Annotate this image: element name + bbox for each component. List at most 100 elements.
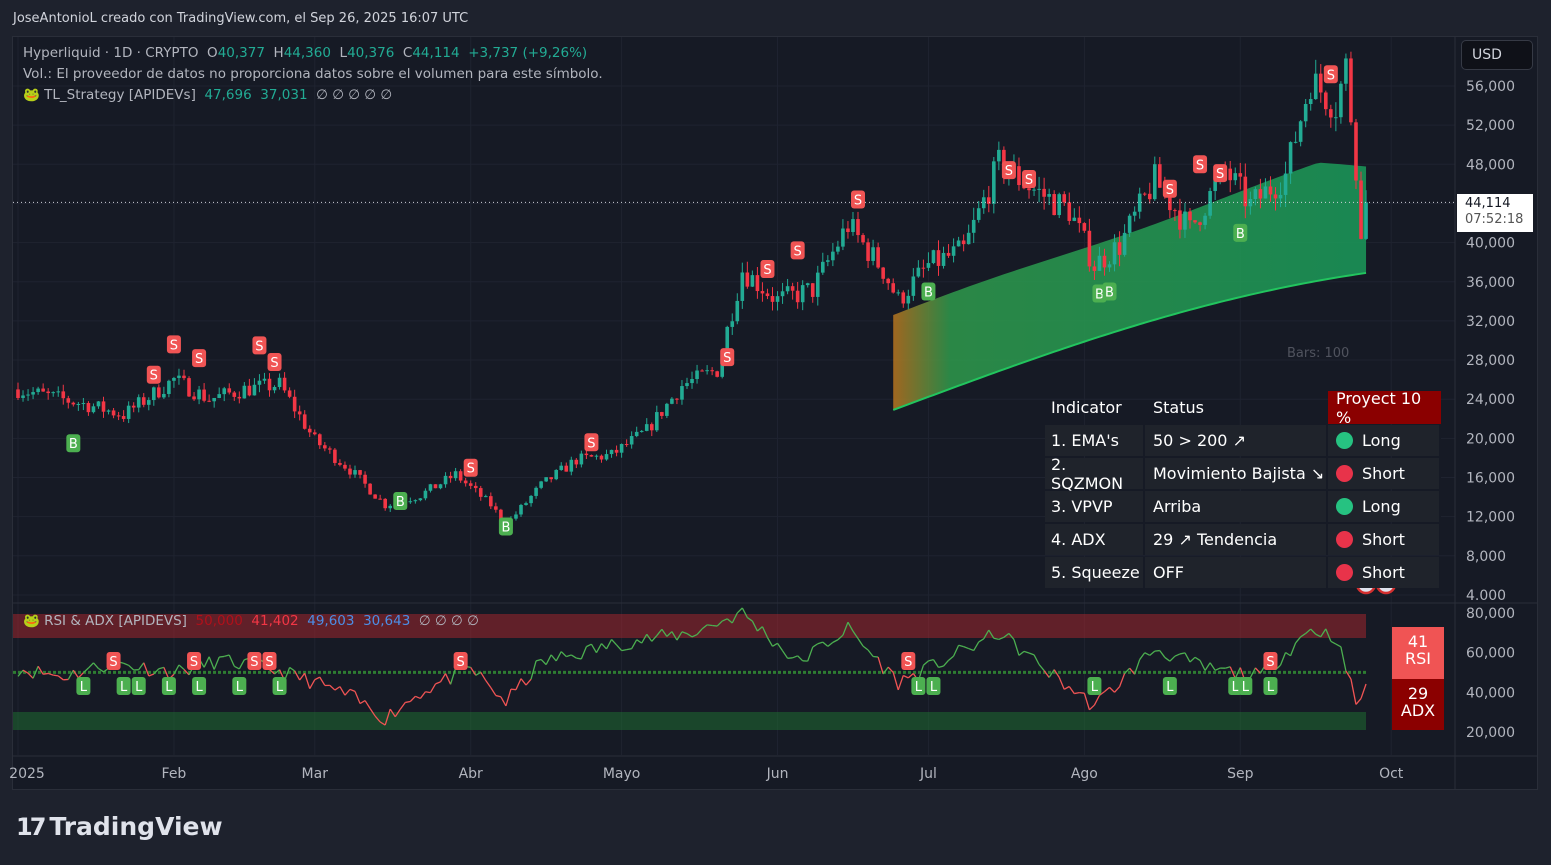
- symbol-name: Hyperliquid · 1D · CRYPTO: [23, 45, 199, 61]
- candle-body: [866, 242, 870, 261]
- rsi-line-segment: [510, 688, 517, 691]
- strategy-empty-values: ∅ ∅ ∅ ∅ ∅: [316, 87, 393, 103]
- candle-body: [775, 296, 780, 302]
- candle-body: [1107, 264, 1112, 268]
- candle-body: [644, 424, 649, 431]
- candle-body: [1354, 122, 1358, 181]
- rsi-line-segment: [782, 650, 789, 659]
- rsi-line-segment: [1184, 652, 1191, 663]
- candle-body: [655, 412, 659, 431]
- sell-signal-marker-label: S: [723, 351, 731, 366]
- rsi-line-segment: [495, 694, 502, 698]
- candle-body: [1193, 220, 1197, 223]
- candle-body: [1364, 202, 1368, 239]
- rsi-line-segment: [429, 683, 437, 693]
- short-signal-marker-label: S: [1266, 655, 1274, 670]
- candle-body: [896, 292, 901, 294]
- price-tick-label: 32,000: [1466, 314, 1515, 330]
- short-signal-marker-label: S: [265, 655, 273, 670]
- candle-body: [433, 484, 438, 489]
- candle-body: [71, 402, 76, 405]
- table-body: 1. EMA's 50 > 200 ↗ Long 2. SQZMON Movimi…: [1045, 424, 1441, 589]
- long-signal-marker: L: [272, 677, 287, 695]
- candle-body: [187, 378, 191, 397]
- buy-signal-marker: B: [498, 517, 513, 536]
- rsi-line-segment: [449, 667, 457, 685]
- rsi-line-segment: [1033, 654, 1040, 665]
- candle-body: [705, 370, 709, 372]
- indicator-status: Arriba: [1145, 491, 1328, 522]
- header-status: Status: [1153, 398, 1204, 417]
- candle-body: [514, 514, 518, 519]
- strategy-legend[interactable]: 🐸 TL_Strategy [APIDEVs] 47,696 37,031 ∅ …: [23, 87, 392, 103]
- rsi-line-segment: [570, 654, 577, 659]
- rsi-line-segment: [766, 637, 774, 647]
- rsi-line-segment: [43, 672, 49, 675]
- candle-body: [51, 392, 56, 394]
- candle-body: [876, 247, 880, 268]
- rsi-line-segment: [435, 681, 441, 685]
- rsi-line-segment: [1023, 650, 1030, 654]
- candle-body: [1082, 223, 1087, 231]
- candle-body: [826, 260, 830, 262]
- price-tick-label: 56,000: [1466, 79, 1515, 95]
- candle-body: [529, 495, 533, 504]
- rsi-line-segment: [1330, 640, 1337, 645]
- rsi-line-segment: [359, 700, 366, 705]
- candle-body: [413, 500, 418, 502]
- candle-body: [257, 380, 262, 385]
- candle-body: [26, 394, 30, 396]
- candle-body: [96, 401, 101, 407]
- rsi-line-segment: [943, 659, 950, 667]
- candle-body: [1017, 166, 1021, 186]
- sell-signal-marker-label: S: [150, 369, 158, 384]
- candle-body: [182, 375, 186, 379]
- rsi-line-segment: [1109, 686, 1115, 693]
- rsi-tick-label: 40,000: [1466, 685, 1515, 701]
- long-signal-marker-label: L: [1091, 680, 1099, 695]
- rsi-line-segment: [138, 662, 145, 671]
- candle-body: [247, 385, 252, 396]
- candle-body: [871, 247, 875, 261]
- currency-button[interactable]: USD: [1461, 40, 1533, 70]
- candle-body: [805, 283, 810, 286]
- signal-dot-icon: [1336, 498, 1353, 515]
- sell-signal-marker: S: [463, 458, 478, 477]
- rsi-line-segment: [47, 672, 54, 676]
- candle-body: [1152, 164, 1157, 200]
- indicator-signal: Long: [1328, 425, 1441, 456]
- candle-body: [287, 390, 292, 397]
- frog-icon: 🐸: [23, 613, 40, 629]
- candle-body: [368, 483, 372, 495]
- rsi-line-segment: [53, 674, 59, 677]
- candle-body: [1032, 189, 1036, 191]
- candle-body: [599, 455, 604, 460]
- table-row: 4. ADX 29 ↗ Tendencia Short: [1045, 523, 1441, 556]
- rsi-line-segment: [1340, 646, 1347, 672]
- candle-body: [16, 389, 20, 398]
- rsi-line-segment: [867, 649, 874, 657]
- candle-body: [1233, 173, 1238, 181]
- sell-signal-marker: S: [1162, 179, 1177, 198]
- candle-body: [146, 400, 151, 405]
- rsi-line-segment: [1194, 656, 1201, 661]
- indicator-status: 50 > 200 ↗: [1145, 425, 1328, 456]
- rsi-legend[interactable]: 🐸 RSI & ADX [APIDEVS] 50,000 41,402 49,6…: [23, 613, 479, 629]
- logo-text: TradingView: [49, 812, 223, 841]
- rsi-line-segment: [807, 646, 814, 662]
- tradingview-logo[interactable]: 17 TradingView: [16, 812, 223, 841]
- candle-body: [931, 250, 936, 264]
- candle-body: [760, 291, 765, 294]
- rsi-line-segment: [314, 676, 321, 681]
- rsi-line-segment: [233, 665, 240, 670]
- rsi-line-segment: [304, 673, 311, 689]
- rsi-line-segment: [576, 657, 582, 660]
- candle-body: [277, 377, 282, 387]
- candle-body: [1173, 210, 1177, 212]
- candle-body: [765, 293, 770, 297]
- rsi-line-segment: [922, 660, 929, 666]
- adx-label: ADX: [1400, 701, 1436, 720]
- sell-signal-marker-label: S: [467, 462, 475, 477]
- symbol-legend: Hyperliquid · 1D · CRYPTO O40,377 H44,36…: [23, 45, 587, 61]
- table-row: 1. EMA's 50 > 200 ↗ Long: [1045, 424, 1441, 457]
